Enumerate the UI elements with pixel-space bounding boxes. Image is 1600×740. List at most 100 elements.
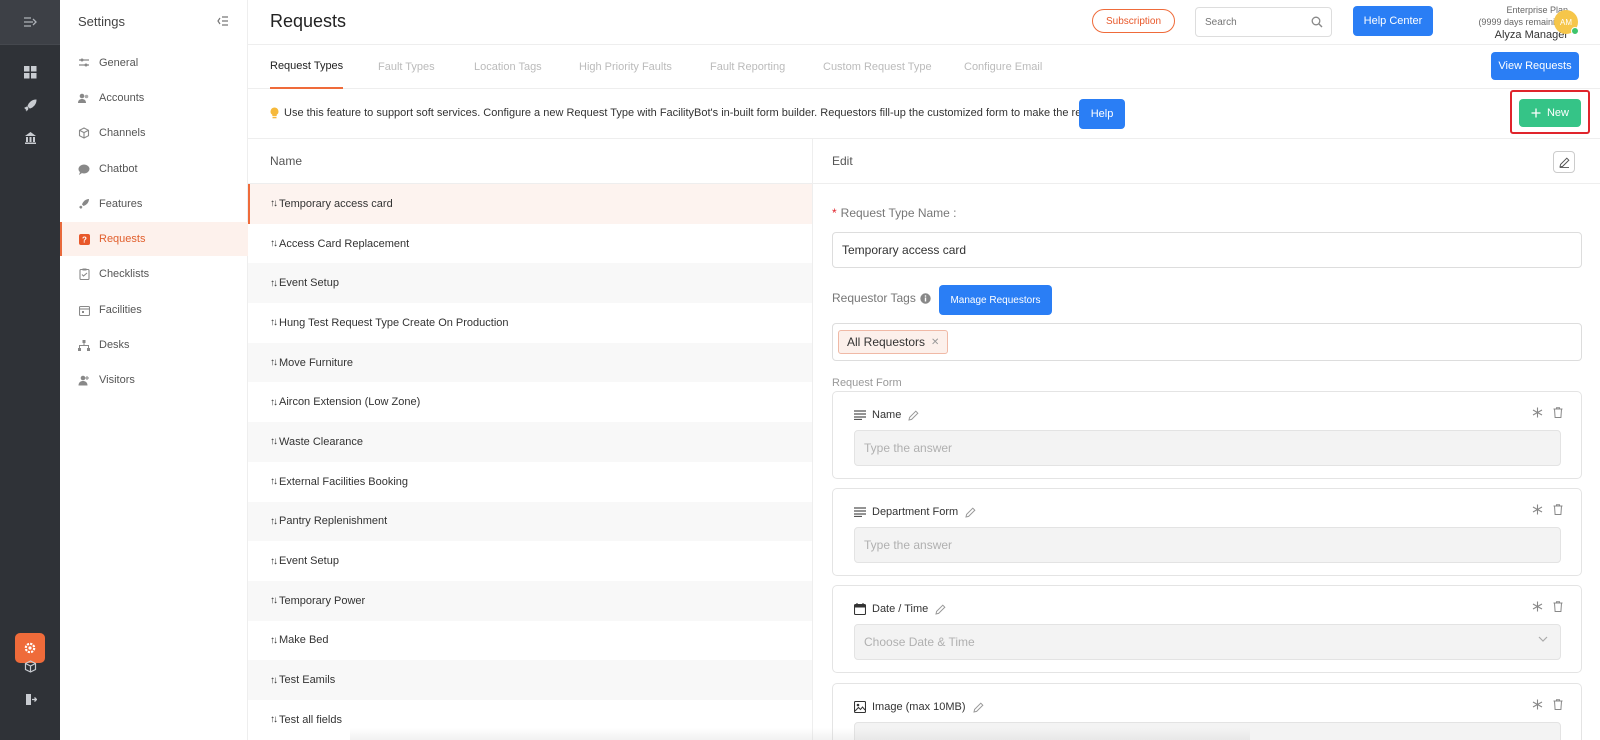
user-name: Alyza Manager bbox=[1494, 29, 1568, 41]
tab-configure-email[interactable]: Configure Email bbox=[964, 45, 1042, 89]
sidebar-item-features[interactable]: Features bbox=[60, 187, 248, 221]
view-requests-button[interactable]: View Requests bbox=[1491, 52, 1579, 80]
online-status-dot bbox=[1571, 27, 1579, 35]
sort-arrows-icon[interactable]: ↑↓ bbox=[270, 516, 278, 527]
box-icon[interactable] bbox=[20, 656, 40, 676]
svg-text:?: ? bbox=[82, 235, 87, 244]
trash-icon[interactable] bbox=[1553, 699, 1563, 710]
list-item-label: Move Furniture bbox=[279, 356, 353, 369]
new-button-highlight: New bbox=[1510, 90, 1590, 134]
chat-icon bbox=[78, 163, 90, 175]
tab-high-priority-faults[interactable]: High Priority Faults bbox=[579, 45, 672, 89]
dashboard-icon[interactable] bbox=[20, 62, 40, 82]
sort-arrows-icon[interactable]: ↑↓ bbox=[270, 238, 278, 249]
list-item-label: External Facilities Booking bbox=[279, 475, 409, 488]
list-item[interactable]: ↑↓ Waste Clearance bbox=[248, 422, 812, 462]
tag-remove-icon[interactable]: ✕ bbox=[931, 337, 939, 348]
request-types-list: Name ↑↓ Temporary access card ↑↓ Access Car… bbox=[248, 139, 813, 740]
calendar-icon bbox=[854, 603, 866, 615]
sidebar-item-chatbot[interactable]: Chatbot bbox=[60, 152, 248, 186]
sort-arrows-icon[interactable]: ↑↓ bbox=[270, 635, 278, 646]
sort-arrows-icon[interactable]: ↑↓ bbox=[270, 675, 278, 686]
tab-location-tags[interactable]: Location Tags bbox=[474, 45, 542, 89]
list-item-label: Event Setup bbox=[279, 277, 339, 290]
rail-toggle[interactable] bbox=[0, 0, 60, 45]
required-asterisk-icon[interactable] bbox=[1532, 601, 1543, 612]
tab-request-types[interactable]: Request Types bbox=[270, 45, 344, 89]
manage-requestors-button[interactable]: Manage Requestors bbox=[939, 285, 1052, 315]
list-item[interactable]: ↑↓ Temporary access card bbox=[248, 184, 812, 224]
list-item-label: Waste Clearance bbox=[279, 435, 363, 448]
sort-arrows-icon[interactable]: ↑↓ bbox=[270, 198, 278, 209]
list-item[interactable]: ↑↓ Temporary Power bbox=[248, 580, 812, 621]
top-header: Requests Subscription Help Center Enterp… bbox=[248, 0, 1600, 45]
sort-arrows-icon[interactable]: ↑↓ bbox=[270, 357, 278, 368]
form-field-card[interactable]: Name Type the answer bbox=[832, 391, 1582, 479]
search-input[interactable] bbox=[1205, 16, 1305, 28]
required-asterisk-icon[interactable] bbox=[1532, 699, 1543, 710]
pencil-icon[interactable] bbox=[935, 603, 946, 615]
search-box[interactable] bbox=[1195, 7, 1332, 37]
sidebar-item-desks[interactable]: Desks bbox=[60, 328, 248, 362]
trash-icon[interactable] bbox=[1553, 407, 1563, 418]
list-item[interactable]: ↑↓ Move Furniture bbox=[248, 342, 812, 383]
field-answer-input[interactable]: Type the answer bbox=[854, 527, 1561, 563]
list-item[interactable]: ↑↓ Hung Test Request Type Create On Produ… bbox=[248, 303, 812, 343]
sidebar-item-facilities[interactable]: Facilities bbox=[60, 293, 248, 327]
sidebar-item-general[interactable]: General bbox=[60, 46, 248, 80]
list-item[interactable]: ↑↓ Pantry Replenishment bbox=[248, 501, 812, 542]
pencil-icon[interactable] bbox=[965, 506, 976, 518]
list-item[interactable]: ↑↓ Event Setup bbox=[248, 263, 812, 304]
sidebar-item-requests[interactable]: ? Requests bbox=[60, 222, 248, 256]
list-item[interactable]: ↑↓ Access Card Replacement bbox=[248, 224, 812, 264]
sort-arrows-icon[interactable]: ↑↓ bbox=[270, 397, 278, 408]
tab-fault-types[interactable]: Fault Types bbox=[378, 45, 435, 89]
sort-arrows-icon[interactable]: ↑↓ bbox=[270, 317, 278, 328]
required-asterisk-icon[interactable] bbox=[1532, 407, 1543, 418]
form-field-card[interactable]: Date / Time Choose Date & Time bbox=[832, 585, 1582, 673]
sort-arrows-icon[interactable]: ↑↓ bbox=[270, 556, 278, 567]
list-item[interactable]: ↑↓ External Facilities Booking bbox=[248, 462, 812, 502]
sliders-icon bbox=[78, 57, 90, 69]
form-field-card[interactable]: Department Form Type the answer bbox=[832, 488, 1582, 576]
required-asterisk-icon[interactable] bbox=[1532, 504, 1543, 515]
edit-panel: Edit * Request Type Name : Temporary acce… bbox=[813, 139, 1600, 740]
field-answer-input[interactable]: Type the answer bbox=[854, 430, 1561, 466]
help-button[interactable]: Help bbox=[1079, 99, 1125, 129]
sort-arrows-icon[interactable]: ↑↓ bbox=[270, 436, 278, 447]
list-item[interactable]: ↑↓ Make Bed bbox=[248, 621, 812, 661]
avatar[interactable]: AM bbox=[1554, 10, 1579, 35]
pencil-icon[interactable] bbox=[908, 409, 919, 421]
rocket-icon[interactable] bbox=[20, 95, 40, 115]
requestor-tags-input[interactable]: All Requestors ✕ bbox=[832, 323, 1582, 361]
info-icon[interactable] bbox=[920, 292, 931, 304]
sort-arrows-icon[interactable]: ↑↓ bbox=[270, 278, 278, 289]
date-time-select[interactable]: Choose Date & Time bbox=[854, 624, 1561, 660]
tab-fault-reporting[interactable]: Fault Reporting bbox=[710, 45, 785, 89]
field-label: Image (max 10MB) bbox=[872, 701, 966, 713]
list-item[interactable]: ↑↓ Event Setup bbox=[248, 541, 812, 581]
sidebar-item-channels[interactable]: Channels bbox=[60, 116, 248, 150]
pencil-icon[interactable] bbox=[972, 701, 984, 713]
analytics-icon[interactable] bbox=[20, 127, 40, 147]
sort-arrows-icon[interactable]: ↑↓ bbox=[270, 476, 278, 487]
sidebar-item-accounts[interactable]: Accounts bbox=[60, 81, 248, 115]
logout-icon[interactable] bbox=[20, 689, 40, 709]
sort-arrows-icon[interactable]: ↑↓ bbox=[270, 714, 278, 725]
trash-icon[interactable] bbox=[1553, 601, 1563, 612]
sidebar-item-checklists[interactable]: Checklists bbox=[60, 257, 248, 291]
trash-icon[interactable] bbox=[1553, 504, 1563, 515]
search-icon[interactable] bbox=[1311, 16, 1323, 28]
sidebar-item-visitors[interactable]: Visitors bbox=[60, 363, 248, 397]
collapse-icon[interactable] bbox=[217, 16, 229, 26]
avatar-initials: AM bbox=[1560, 17, 1572, 27]
request-type-name-input[interactable]: Temporary access card bbox=[832, 232, 1582, 268]
edit-button[interactable] bbox=[1553, 151, 1575, 173]
subscription-button[interactable]: Subscription bbox=[1092, 9, 1175, 33]
sort-arrows-icon[interactable]: ↑↓ bbox=[270, 595, 278, 606]
list-item[interactable]: ↑↓ Test Eamils bbox=[248, 660, 812, 700]
field-label: Date / Time bbox=[872, 603, 929, 615]
new-button[interactable]: New bbox=[1519, 99, 1581, 127]
tab-custom-request-type[interactable]: Custom Request Type bbox=[823, 45, 932, 89]
list-item[interactable]: ↑↓ Aircon Extension (Low Zone) bbox=[248, 382, 812, 422]
